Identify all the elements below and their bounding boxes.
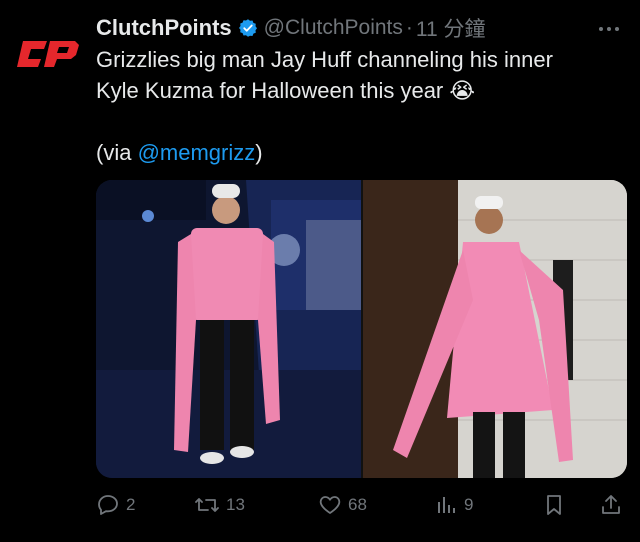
user-handle[interactable]: @ClutchPoints — [264, 16, 403, 40]
tweet-text-line2-text: Kyle Kuzma for Halloween this year — [96, 78, 444, 103]
share-icon — [602, 495, 620, 514]
reply-count: 2 — [126, 495, 136, 514]
avatar[interactable] — [16, 32, 80, 76]
retweet-icon — [195, 498, 219, 512]
separator-dot: · — [405, 16, 413, 39]
tweet-text-line2: Kyle Kuzma for Halloween this year 😭 — [96, 75, 624, 106]
tweet-text-line1: Grizzlies big man Jay Huff channeling hi… — [96, 47, 553, 72]
like-count: 68 — [348, 495, 367, 514]
tweet-header: ClutchPoints @ClutchPoints · 11 分鐘 — [96, 12, 620, 44]
photo-jay-huff[interactable] — [96, 180, 361, 478]
like-button[interactable]: 68 — [318, 493, 367, 517]
views-icon — [438, 497, 455, 513]
share-button[interactable] — [599, 493, 629, 517]
heart-icon — [319, 496, 341, 514]
more-icon[interactable] — [598, 16, 620, 36]
views-button[interactable]: 9 — [434, 493, 473, 517]
reply-button[interactable]: 2 — [96, 493, 135, 517]
reply-icon — [98, 495, 118, 515]
via-prefix: (via — [96, 140, 138, 165]
views-count: 9 — [464, 495, 474, 514]
tweet-actions: 2 13 68 9 — [96, 488, 628, 522]
display-name[interactable]: ClutchPoints — [96, 15, 232, 41]
bookmark-button[interactable] — [542, 493, 572, 517]
media-gallery[interactable] — [96, 180, 627, 478]
bookmark-icon — [547, 495, 561, 515]
photo-kyle-kuzma[interactable] — [363, 180, 627, 478]
crying-emoji: 😭 — [449, 78, 476, 103]
tweet-text: Grizzlies big man Jay Huff channeling hi… — [96, 44, 624, 168]
via-credit: (via @memgrizz) — [96, 137, 624, 168]
retweet-button[interactable]: 13 — [194, 493, 245, 517]
verified-badge-icon — [238, 18, 258, 38]
tweet-timestamp[interactable]: 11 分鐘 — [416, 13, 486, 43]
clutchpoints-logo — [17, 41, 79, 67]
via-suffix: ) — [255, 140, 263, 165]
retweet-count: 13 — [226, 495, 245, 514]
mention-link[interactable]: @memgrizz — [138, 140, 256, 165]
tweet[interactable]: ClutchPoints @ClutchPoints · 11 分鐘 Grizz… — [0, 0, 640, 542]
